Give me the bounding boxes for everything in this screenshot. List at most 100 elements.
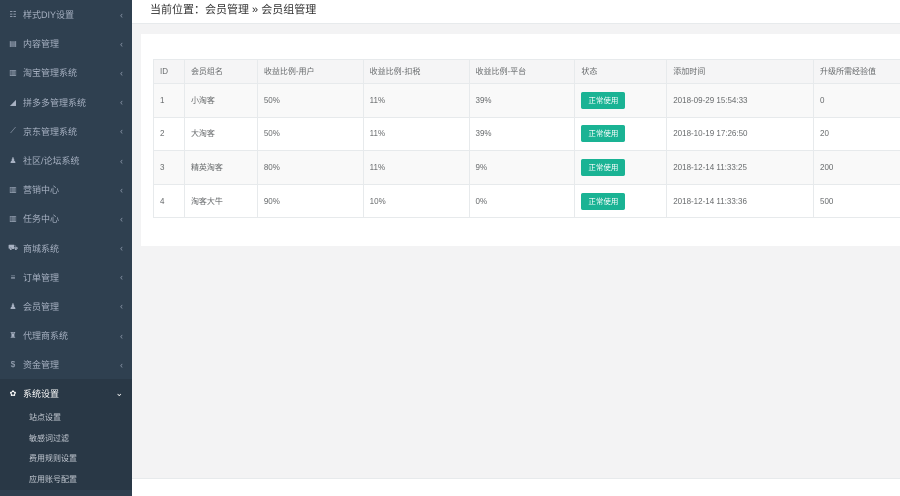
col-header-tax-ratio: 收益比例-扣税 <box>362 59 470 84</box>
cell-tax-ratio: 11% <box>362 116 470 152</box>
list-icon: ☷ <box>9 10 17 20</box>
sidebar-item-label: 资金管理 <box>23 360 60 371</box>
breadcrumb: 当前位置：会员管理 » 会员组管理 <box>150 1 316 17</box>
content-panel: ID 会员组名 收益比例-用户 收益比例-扣税 收益比例-平台 状态 添加时间 … <box>141 34 900 246</box>
sidebar-item[interactable]: $ 资金管理 ‹ <box>0 350 132 379</box>
col-header-user-ratio: 收益比例-用户 <box>256 59 364 84</box>
table-row: 1 小淘客 50% 11% 39% 正常使用 2018-09-29 15:54:33 0 <box>153 83 900 118</box>
cell-platform-ratio: 9% <box>468 150 576 185</box>
sidebar-item[interactable]: ☷ 样式DIY设置 ‹ <box>0 0 132 29</box>
subnav-item-site-settings[interactable]: 站点设置 <box>0 408 132 429</box>
sidebar-item-label: 系统设置 <box>23 389 60 400</box>
chevron-down-icon: ⌄ <box>115 388 123 399</box>
gear-icon: ✿ <box>9 389 17 399</box>
subnav-item-app-accounts[interactable]: 应用账号配置 <box>0 470 132 491</box>
bar-chart-icon: ▥ <box>9 185 17 195</box>
cell-status: 正常使用 <box>574 150 668 185</box>
sidebar-item[interactable]: ♟ 会员管理 ‹ <box>0 292 132 321</box>
sidebar-subnav: 站点设置 敏感词过滤 费用规则设置 应用账号配置 <box>0 408 132 491</box>
cell-status: 正常使用 <box>574 116 668 152</box>
users-icon: ♟ <box>9 156 17 166</box>
sidebar-item-system-settings[interactable]: ✿ 系统设置 ⌄ <box>0 379 132 409</box>
sidebar-item[interactable]: ▥ 营销中心 ‹ <box>0 175 132 204</box>
chevron-left-icon: ‹ <box>120 155 123 166</box>
cell-group-name: 精英淘客 <box>183 150 258 185</box>
table-row: 3 精英淘客 80% 11% 9% 正常使用 2018-12-14 11:33:25 200 <box>153 150 900 185</box>
chevron-left-icon: ‹ <box>120 97 123 108</box>
sidebar: ☷ 样式DIY设置 ‹ ▤ 内容管理 ‹ ▥ 淘宝管理系统 ‹ ◢ 拼多多管理系统 ‹ ⟋ 京东管理系统 ‹… <box>0 0 132 496</box>
cell-id: 2 <box>153 116 185 152</box>
cell-add-time: 2018-12-14 11:33:36 <box>666 183 815 219</box>
sidebar-item[interactable]: ▤ 内容管理 ‹ <box>0 29 132 58</box>
subnav-item-fee-rules[interactable]: 费用规则设置 <box>0 449 132 470</box>
status-badge[interactable]: 正常使用 <box>581 91 626 109</box>
table-header-row: ID 会员组名 收益比例-用户 收益比例-扣税 收益比例-平台 状态 添加时间 … <box>153 59 900 84</box>
cell-tax-ratio: 11% <box>362 150 470 185</box>
cell-id: 1 <box>153 83 185 118</box>
sidebar-item-label: 社区/论坛系统 <box>23 156 80 167</box>
chevron-left-icon: ‹ <box>120 67 123 78</box>
sidebar-item-label: 任务中心 <box>23 214 60 225</box>
col-header-exp-required: 升级所需经验值 <box>813 59 900 84</box>
cell-add-time: 2018-09-29 15:54:33 <box>666 83 815 118</box>
cell-group-name: 大淘客 <box>183 116 258 152</box>
bars-icon: ≡ <box>10 272 16 282</box>
cell-tax-ratio: 10% <box>362 183 470 219</box>
chevron-left-icon: ‹ <box>120 243 123 254</box>
sidebar-item-label: 订单管理 <box>23 272 60 283</box>
cell-tax-ratio: 11% <box>362 83 470 118</box>
sidebar-item-label: 拼多多管理系统 <box>23 97 87 108</box>
status-badge[interactable]: 正常使用 <box>581 192 626 210</box>
sidebar-item[interactable]: ♜ 代理商系统 ‹ <box>0 321 132 350</box>
bar-chart-icon: ▥ <box>9 68 17 78</box>
chevron-left-icon: ‹ <box>120 359 123 370</box>
cell-exp-required: 20 <box>813 116 900 152</box>
sidebar-item-label: 样式DIY设置 <box>23 10 75 21</box>
cell-platform-ratio: 39% <box>468 116 576 152</box>
cell-exp-required: 0 <box>813 83 900 118</box>
cell-platform-ratio: 0% <box>468 183 576 219</box>
sidebar-item-label: 京东管理系统 <box>23 126 78 137</box>
subnav-item-sensitive-words[interactable]: 敏感词过滤 <box>0 429 132 450</box>
col-header-group-name: 会员组名 <box>183 59 258 84</box>
cell-status: 正常使用 <box>574 183 668 219</box>
chevron-left-icon: ‹ <box>120 213 123 224</box>
sidebar-item[interactable]: ⟋ 京东管理系统 ‹ <box>0 117 132 146</box>
sidebar-nav: ☷ 样式DIY设置 ‹ ▤ 内容管理 ‹ ▥ 淘宝管理系统 ‹ ◢ 拼多多管理系统 ‹ ⟋ 京东管理系统 ‹… <box>0 0 132 379</box>
sidebar-item[interactable]: ⛟ 商城系统 ‹ <box>0 234 132 263</box>
sidebar-item-label: 内容管理 <box>23 39 60 50</box>
cell-status: 正常使用 <box>574 83 668 118</box>
col-header-status: 状态 <box>574 59 668 84</box>
status-badge[interactable]: 正常使用 <box>581 125 626 143</box>
top-bar: 当前位置：会员管理 » 会员组管理 <box>132 0 900 24</box>
footer <box>132 478 900 496</box>
area-chart-icon: ◢ <box>9 97 17 107</box>
cell-user-ratio: 50% <box>256 83 364 118</box>
cell-user-ratio: 80% <box>256 150 364 185</box>
col-header-id: ID <box>153 59 185 84</box>
chevron-left-icon: ‹ <box>120 38 123 49</box>
sidebar-item-label: 商城系统 <box>23 243 60 254</box>
col-header-add-time: 添加时间 <box>666 59 815 84</box>
dollar-icon: $ <box>10 360 16 370</box>
cell-user-ratio: 50% <box>256 116 364 152</box>
cell-id: 4 <box>153 183 185 219</box>
sidebar-item[interactable]: ≡ 订单管理 ‹ <box>0 263 132 292</box>
cell-group-name: 淘客大牛 <box>183 183 258 219</box>
cell-exp-required: 200 <box>813 150 900 185</box>
sidebar-item[interactable]: ♟ 社区/论坛系统 ‹ <box>0 146 132 175</box>
sidebar-item[interactable]: ▥ 任务中心 ‹ <box>0 204 132 233</box>
bar-chart-icon: ▥ <box>9 214 17 224</box>
user-icon: ♟ <box>9 301 17 311</box>
chevron-left-icon: ‹ <box>120 184 123 195</box>
chevron-left-icon: ‹ <box>120 9 123 20</box>
cell-add-time: 2018-12-14 11:33:25 <box>666 150 815 185</box>
sidebar-item[interactable]: ◢ 拼多多管理系统 ‹ <box>0 88 132 117</box>
agent-icon: ♜ <box>9 331 17 341</box>
cart-icon: ⛟ <box>7 243 19 253</box>
sidebar-item-label: 淘宝管理系统 <box>23 68 78 79</box>
sidebar-item[interactable]: ▥ 淘宝管理系统 ‹ <box>0 58 132 87</box>
table-body: 1 小淘客 50% 11% 39% 正常使用 2018-09-29 15:54:33 0 2 大淘… <box>153 83 900 219</box>
status-badge[interactable]: 正常使用 <box>581 158 626 176</box>
sidebar-item-label: 代理商系统 <box>23 331 69 342</box>
